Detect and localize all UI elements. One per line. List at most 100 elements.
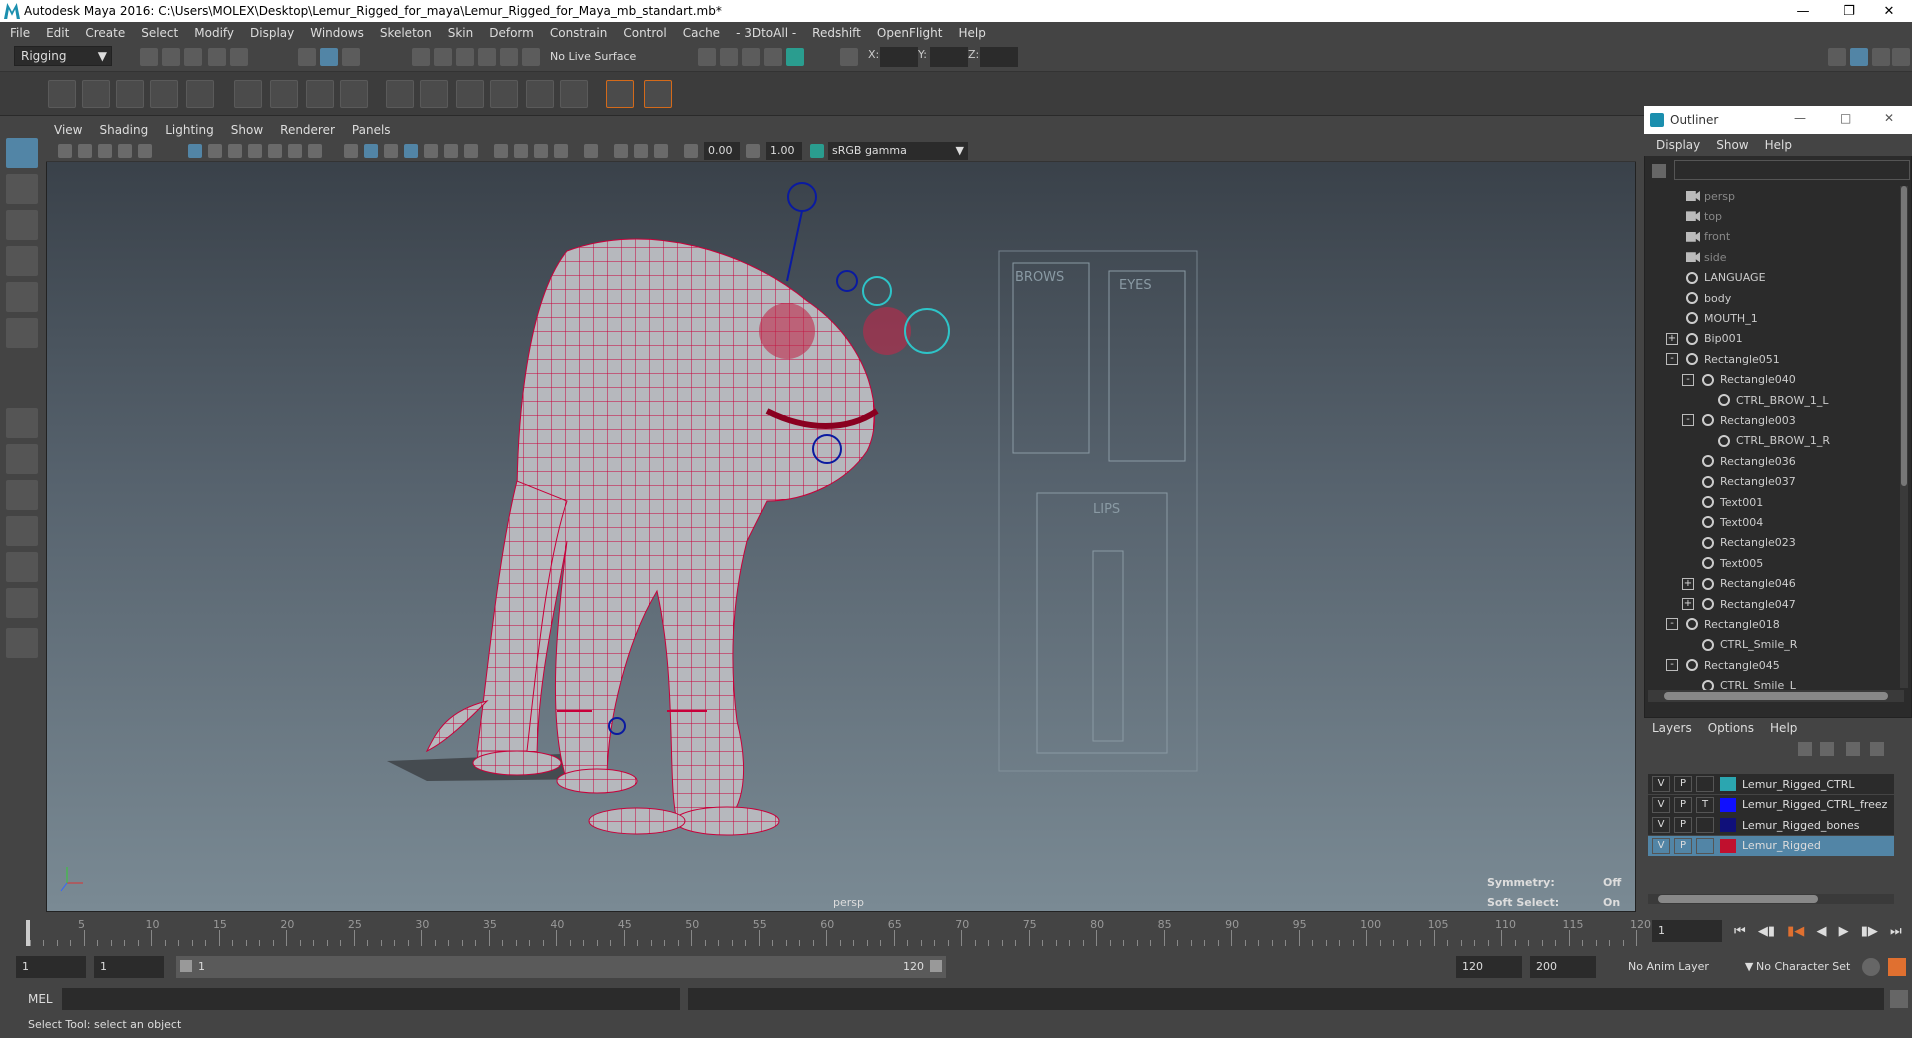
- paint-weights-icon[interactable]: [270, 80, 298, 108]
- hypershade-view-icon[interactable]: [6, 588, 38, 618]
- gamma-icon[interactable]: [746, 144, 760, 158]
- wireframe-icon[interactable]: [344, 144, 358, 158]
- snap-grid-icon[interactable]: [412, 48, 430, 66]
- grid-toggle-icon[interactable]: [138, 144, 152, 158]
- outliner-menu-display[interactable]: Display: [1656, 138, 1700, 152]
- outliner-search-input[interactable]: [1674, 160, 1910, 180]
- viewport-menu-show[interactable]: Show: [231, 123, 263, 137]
- shadows-icon[interactable]: [464, 144, 478, 158]
- outliner-item[interactable]: Rectangle023: [1644, 533, 1900, 553]
- layer-row[interactable]: V P Lemur_Rigged_CTRL: [1648, 774, 1894, 794]
- depth-of-field-icon[interactable]: [554, 144, 568, 158]
- character-set-dropdown[interactable]: No Character Set: [1756, 960, 1850, 973]
- layer-color-swatch[interactable]: [1720, 818, 1736, 832]
- current-frame-field[interactable]: 1: [1652, 920, 1722, 942]
- layer-menu-help[interactable]: Help: [1770, 721, 1797, 735]
- menu-redshift[interactable]: Redshift: [812, 26, 861, 40]
- open-scene-icon[interactable]: [162, 48, 180, 66]
- outliner-item[interactable]: Rectangle037: [1644, 472, 1900, 492]
- bookmark-icon[interactable]: [98, 144, 112, 158]
- range-slider[interactable]: 1 120: [176, 956, 946, 978]
- field-chart-icon[interactable]: [268, 144, 282, 158]
- two-view-icon[interactable]: [6, 480, 38, 510]
- lasso-tool-icon[interactable]: [6, 174, 38, 204]
- layer-visibility-toggle[interactable]: V: [1652, 817, 1670, 833]
- scale-tool-icon[interactable]: [6, 318, 38, 348]
- point-constraint-icon[interactable]: [420, 80, 448, 108]
- layer-visibility-toggle[interactable]: V: [1652, 837, 1670, 854]
- undo-icon[interactable]: [208, 48, 226, 66]
- outliner-item[interactable]: Rectangle003 -: [1644, 410, 1900, 430]
- menu-modify[interactable]: Modify: [194, 26, 234, 40]
- anim-layer-dropdown[interactable]: No Anim Layer ▼: [1628, 960, 1753, 973]
- smooth-shade-icon[interactable]: [364, 144, 378, 158]
- go-to-end-icon[interactable]: ⏭: [1890, 924, 1902, 939]
- transform-input-icon[interactable]: [840, 48, 858, 66]
- layer-playback-toggle[interactable]: P: [1674, 837, 1692, 854]
- coord-x-field[interactable]: [880, 47, 918, 67]
- snap-view-icon[interactable]: [478, 48, 496, 66]
- lights-icon[interactable]: [444, 144, 458, 158]
- layer-color-swatch[interactable]: [1720, 777, 1736, 791]
- minimize-button[interactable]: —: [1780, 0, 1826, 22]
- redo-icon[interactable]: [230, 48, 248, 66]
- play-forward-icon[interactable]: ▶: [1839, 924, 1849, 939]
- menu-display[interactable]: Display: [250, 26, 294, 40]
- collapse-icon[interactable]: -: [1682, 414, 1694, 427]
- new-layer-selected-icon[interactable]: [1870, 742, 1884, 756]
- snap-point-icon[interactable]: [456, 48, 474, 66]
- camera-select-icon[interactable]: [58, 144, 72, 158]
- select-component-icon[interactable]: [342, 48, 360, 66]
- snap-surface-icon[interactable]: [500, 48, 518, 66]
- safe-title-icon[interactable]: [308, 144, 322, 158]
- mirror-joint-icon[interactable]: [186, 80, 214, 108]
- layer-hscroll-thumb[interactable]: [1658, 895, 1818, 903]
- bind-skin-icon[interactable]: [234, 80, 262, 108]
- outliner-view-icon[interactable]: [6, 516, 38, 546]
- new-layer-icon[interactable]: [1846, 742, 1860, 756]
- viewport-menu-shading[interactable]: Shading: [99, 123, 148, 137]
- film-gate-icon[interactable]: [208, 144, 222, 158]
- exposure-icon[interactable]: [684, 144, 698, 158]
- move-layer-up-icon[interactable]: [1798, 742, 1812, 756]
- default-material-icon[interactable]: [384, 144, 398, 158]
- current-time-marker[interactable]: [26, 920, 30, 946]
- move-layer-down-icon[interactable]: [1820, 742, 1834, 756]
- outliner-item[interactable]: CTRL_Smile_R: [1644, 635, 1900, 655]
- lattice-icon[interactable]: [306, 80, 334, 108]
- command-input[interactable]: [62, 988, 680, 1010]
- menu-3dtoall[interactable]: - 3DtoAll -: [736, 26, 796, 40]
- snap-curve-icon[interactable]: [434, 48, 452, 66]
- layer-editor-icon[interactable]: [1892, 48, 1910, 66]
- layer-visibility-toggle[interactable]: V: [1652, 776, 1670, 792]
- menu-skin[interactable]: Skin: [448, 26, 474, 40]
- rotate-tool-icon[interactable]: [6, 282, 38, 312]
- color-management-icon[interactable]: [810, 144, 824, 158]
- channel-box-icon[interactable]: [1872, 48, 1890, 66]
- ik-spline-icon[interactable]: [116, 80, 144, 108]
- joint-tool-icon[interactable]: [48, 80, 76, 108]
- outliner-vscrollbar[interactable]: [1900, 186, 1908, 688]
- outliner-item[interactable]: MOUTH_1: [1644, 308, 1900, 328]
- locator-icon[interactable]: [606, 80, 634, 108]
- render-frame-icon[interactable]: [720, 48, 738, 66]
- expand-icon[interactable]: +: [1682, 577, 1694, 590]
- menu-help[interactable]: Help: [958, 26, 985, 40]
- viewport-menu-lighting[interactable]: Lighting: [165, 123, 214, 137]
- viewport-menu-panels[interactable]: Panels: [352, 123, 391, 137]
- layer-row[interactable]: V P Lemur_Rigged: [1648, 835, 1894, 856]
- playback-start-field[interactable]: 1: [94, 956, 164, 978]
- layer-row[interactable]: V P Lemur_Rigged_bones: [1648, 815, 1894, 835]
- menu-windows[interactable]: Windows: [310, 26, 364, 40]
- grid-icon[interactable]: [188, 144, 202, 158]
- outliner-item[interactable]: persp: [1644, 186, 1900, 206]
- parent-constraint-icon[interactable]: [386, 80, 414, 108]
- layer-display-type-toggle[interactable]: [1696, 837, 1714, 854]
- outliner-item[interactable]: Rectangle040 -: [1644, 370, 1900, 390]
- outliner-item[interactable]: body: [1644, 288, 1900, 308]
- insert-joint-icon[interactable]: [150, 80, 178, 108]
- playback-end-field[interactable]: 120: [1456, 956, 1522, 978]
- pole-vector-icon[interactable]: [560, 80, 588, 108]
- outliner-hscroll-thumb[interactable]: [1664, 692, 1888, 700]
- step-back-key-icon[interactable]: ▮◀: [1787, 924, 1804, 939]
